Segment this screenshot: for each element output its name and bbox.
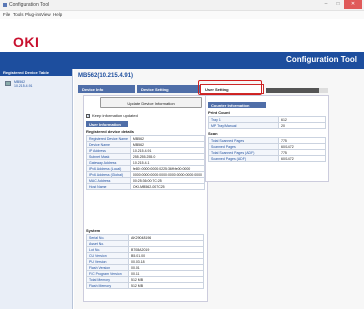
- maximize-icon: □: [336, 1, 340, 7]
- registered-details-table: Registered Device Name MB562 Device Name MB…: [86, 135, 206, 190]
- toner-level-fill: [266, 88, 319, 93]
- scan-heading: Scan: [208, 131, 218, 136]
- user-info-section: User Information: [86, 121, 128, 127]
- table-row: Flash Memory 512 MB: [86, 282, 204, 289]
- system-table: Serial No. AK29048196 Asset No. Lot No. B708…: [86, 234, 204, 289]
- maximize-button[interactable]: □: [332, 0, 344, 9]
- table-row: MP Tray/Manual 20: [208, 122, 326, 129]
- sidebar-heading: Registered Device Table: [0, 69, 72, 76]
- counter-info-section: Counter Information: [208, 102, 266, 108]
- row-label: Scanned Pages (ADF): [208, 155, 279, 162]
- sidebar-device-address: 10.215.4.91: [14, 84, 33, 88]
- row-value: 60/1472: [278, 155, 326, 162]
- menu-tools[interactable]: Tools: [13, 12, 24, 17]
- window-titlebar: Configuration Tool – □ ✕: [0, 0, 364, 11]
- menu-view[interactable]: View: [41, 12, 51, 17]
- keep-updated-checkbox[interactable]: [86, 113, 90, 118]
- app-title: Configuration Tool: [286, 55, 357, 64]
- scan-table: Total Scanned Pages 775 Scanned Pages 60/14…: [208, 137, 326, 162]
- menu-plugins[interactable]: Plug-ins: [25, 12, 41, 17]
- minimize-icon: –: [324, 1, 328, 7]
- print-count-table: Tray 1 612 MP Tray/Manual 20: [208, 116, 326, 129]
- menu-file[interactable]: File: [3, 12, 10, 17]
- print-count-heading: Print Count: [208, 110, 230, 115]
- row-value: 512 MB: [128, 282, 204, 289]
- row-label: Flash Memory: [86, 282, 129, 289]
- table-row: Host Name OKI-MB562-007C25: [86, 183, 206, 190]
- system-heading: System: [86, 228, 101, 233]
- brand-logo: OKI: [13, 34, 40, 50]
- close-icon: ✕: [350, 1, 356, 7]
- highlight-outline: [198, 80, 262, 95]
- update-device-info-button[interactable]: Update Device Information: [100, 97, 202, 108]
- tab-device-setting[interactable]: Device Setting: [137, 85, 200, 93]
- sidebar: Registered Device Table MB562 10.215.4.9…: [0, 69, 73, 309]
- app-header: Configuration Tool: [0, 52, 364, 69]
- close-button[interactable]: ✕: [344, 0, 362, 9]
- row-value: OKI-MB562-007C25: [129, 183, 206, 190]
- row-label: Host Name: [86, 183, 131, 190]
- sidebar-heading-label: Registered Device Table: [3, 70, 49, 75]
- toner-level-bar: [266, 88, 328, 93]
- device-title: MB562(10.215.4.91): [78, 73, 134, 79]
- app-icon: [3, 3, 7, 7]
- keep-updated-label: Keep information updated: [92, 113, 138, 118]
- table-row: Scanned Pages (ADF) 60/1472: [208, 155, 326, 162]
- row-value: 20: [278, 122, 326, 129]
- printer-icon: [5, 81, 11, 86]
- window-title: Configuration Tool: [9, 2, 50, 8]
- menu-bar: File Tools Plug-ins View Help: [0, 11, 364, 19]
- registered-details-heading: Registered device details: [86, 129, 135, 134]
- update-button-label: Update Device Information: [127, 101, 175, 106]
- minimize-button[interactable]: –: [320, 0, 332, 9]
- menu-help[interactable]: Help: [53, 12, 62, 17]
- tab-device-info[interactable]: Device Info: [78, 85, 135, 93]
- sidebar-item-device[interactable]: MB562 10.215.4.91: [3, 80, 71, 89]
- row-label: MP Tray/Manual: [208, 122, 279, 129]
